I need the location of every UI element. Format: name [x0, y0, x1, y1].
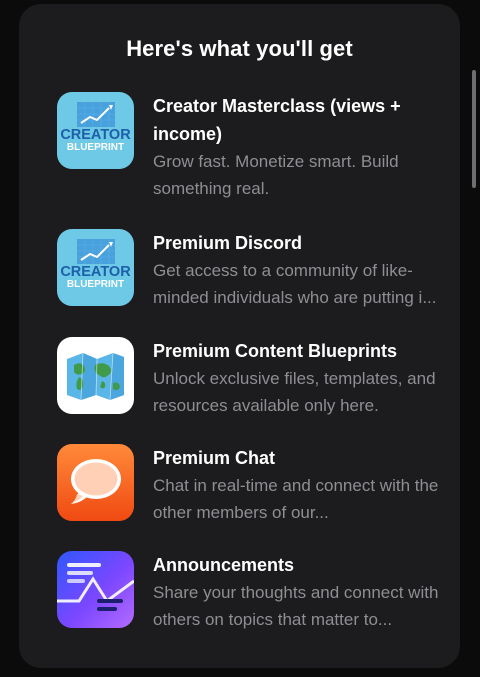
icon-line-1: CREATOR: [60, 127, 131, 143]
item-title: Premium Content Blueprints: [153, 341, 398, 361]
item-title: Premium Discord: [153, 233, 303, 253]
item-title: Creator Masterclass (views + income): [153, 96, 401, 144]
map-icon: [57, 337, 134, 414]
item-text: Premium Chat Chat in real-time and conne…: [153, 444, 463, 526]
icon-line-2: BLUEPRINT: [67, 279, 124, 290]
item-description: Chat in real-time and connect with the o…: [153, 476, 439, 522]
icon-line-2: BLUEPRINT: [67, 142, 124, 153]
features-card: Here's what you'll get CREATOR BLUEPRINT…: [19, 4, 476, 668]
item-title: Premium Chat: [153, 448, 276, 468]
icon-line-1: CREATOR: [60, 264, 131, 280]
item-description: Get access to a community of like-minded…: [153, 261, 437, 307]
item-description: Unlock exclusive files, templates, and r…: [153, 369, 436, 415]
page-title: Here's what you'll get: [126, 36, 353, 61]
item-text: Creator Masterclass (views + income) Gro…: [153, 92, 463, 202]
speech-bubble-icon: [57, 444, 134, 521]
creator-blueprint-icon: CREATOR BLUEPRINT: [57, 229, 134, 306]
scrollbar[interactable]: [472, 70, 476, 188]
item-description: Grow fast. Monetize smart. Build somethi…: [153, 152, 399, 198]
item-text: Premium Discord Get access to a communit…: [153, 229, 463, 311]
item-description: Share your thoughts and connect with oth…: [153, 583, 439, 629]
item-text: Premium Content Blueprints Unlock exclus…: [153, 337, 463, 419]
creator-blueprint-icon: CREATOR BLUEPRINT: [57, 92, 134, 169]
item-text: Announcements Share your thoughts and co…: [153, 551, 463, 633]
item-title: Announcements: [153, 555, 295, 575]
announcement-icon: [57, 551, 134, 628]
